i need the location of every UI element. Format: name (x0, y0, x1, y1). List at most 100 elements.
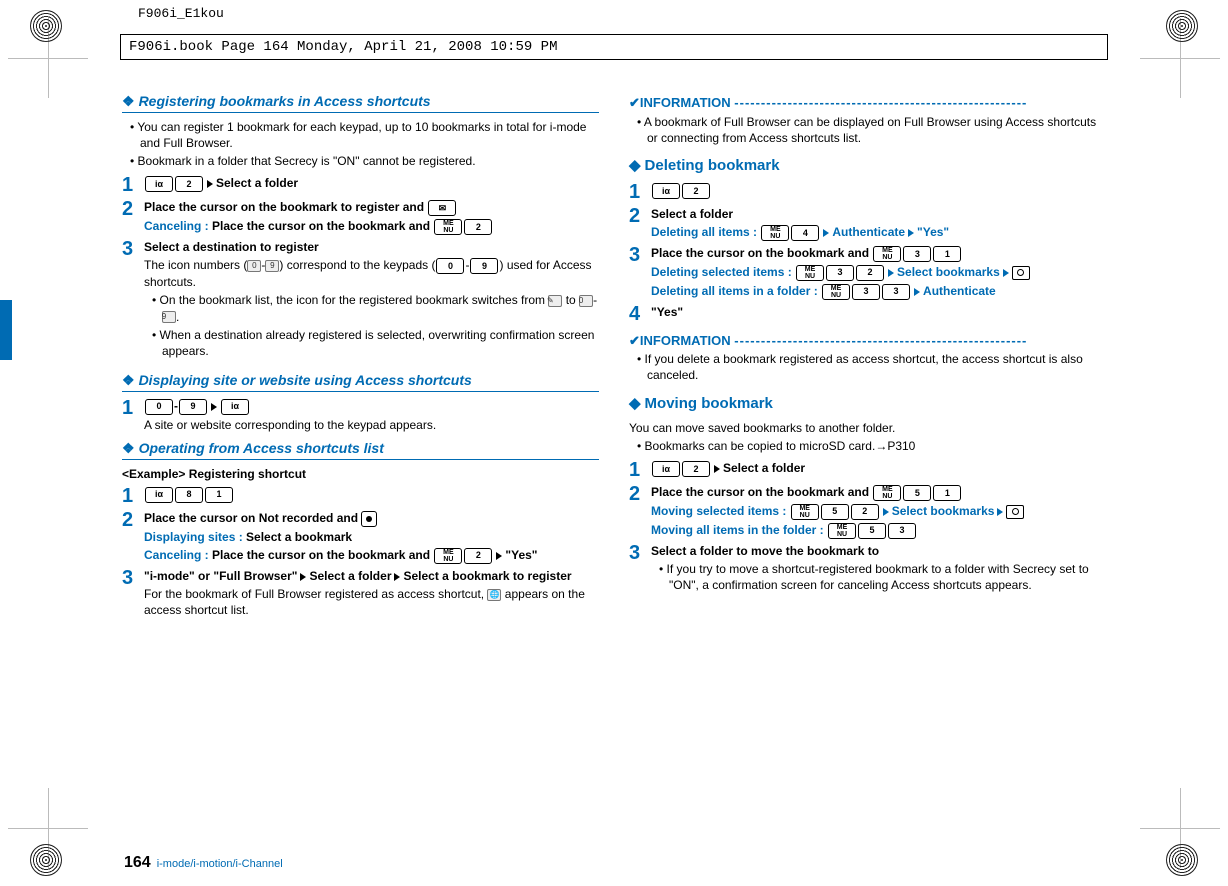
key-2: 2 (682, 461, 710, 477)
step-title: Place the cursor on the bookmark and MEN… (651, 246, 962, 260)
bullet-item: If you delete a bookmark registered as a… (637, 351, 1106, 383)
arrow-icon (883, 508, 889, 516)
book-info-bar: F906i.book Page 164 Monday, April 21, 20… (120, 34, 1108, 60)
arrow-icon (908, 229, 914, 237)
key-i-alpha: iα (221, 399, 249, 415)
arrow-icon (211, 403, 217, 411)
step: 2 Place the cursor on the bookmark to re… (122, 199, 599, 235)
label-deleting-selected: Deleting selected items : (651, 265, 795, 279)
detail-text: "Yes" (917, 225, 949, 239)
key-5: 5 (858, 523, 886, 539)
key-i-alpha: iα (145, 176, 173, 192)
globe-icon: 🌐 (487, 589, 501, 601)
detail-text: Select a bookmark (246, 530, 352, 544)
step-title: Select a destination to register (144, 239, 599, 255)
step: 1 iα81 (122, 486, 599, 506)
key-mail: ✉ (428, 200, 456, 216)
detail-text: ) correspond to the keypads ( (279, 258, 435, 272)
key-menu: MENU (791, 504, 819, 520)
detail-text: Authenticate (923, 284, 996, 298)
page-number: 164 (124, 854, 151, 871)
step-number: 3 (629, 543, 651, 563)
step-text: Place the cursor on the bookmark to regi… (144, 200, 427, 214)
step-number: 1 (122, 398, 144, 418)
step-detail: For the bookmark of Full Browser registe… (144, 586, 599, 618)
subsection-deleting-bookmark: ◆Deleting bookmark (629, 156, 1106, 176)
detail-text: Select bookmarks (897, 265, 1000, 279)
key-2: 2 (851, 504, 879, 520)
key-1: 1 (933, 246, 961, 262)
key-3: 3 (888, 523, 916, 539)
key-menu: MENU (434, 548, 462, 564)
step: 2 Select a folder Deleting all items : M… (629, 206, 1106, 241)
step-number: 2 (629, 206, 651, 226)
key-menu: MENU (873, 246, 901, 262)
key-9: 9 (179, 399, 207, 415)
arrow-icon (394, 573, 400, 581)
label-moving-selected: Moving selected items : (651, 504, 790, 518)
step-detail: Moving selected items : MENU52Select boo… (651, 503, 1106, 520)
detail-text: to (562, 293, 579, 307)
detail-text: The icon numbers ( (144, 258, 247, 272)
key-3: 3 (882, 284, 910, 300)
step-text: Select a folder (216, 176, 298, 190)
step-title: "i-mode" or "Full Browser"Select a folde… (144, 569, 572, 583)
step-detail: Deleting all items in a folder : MENU33A… (651, 283, 1106, 300)
bullet-item: You can register 1 bookmark for each key… (130, 119, 599, 151)
label-deleting-all-folder: Deleting all items in a folder : (651, 284, 821, 298)
step-detail: Canceling : Place the cursor on the book… (144, 218, 599, 235)
key-2: 2 (682, 183, 710, 199)
arrow-icon (914, 288, 920, 296)
step-detail: The icon numbers (0-9) correspond to the… (144, 257, 599, 290)
step: 2 Place the cursor on the bookmark and M… (629, 484, 1106, 538)
subsection-moving-bookmark: ◆Moving bookmark (629, 394, 1106, 414)
step-title: iα2 (651, 183, 711, 197)
bullet-list: You can register 1 bookmark for each key… (122, 119, 599, 170)
step-title: Place the cursor on the bookmark to regi… (144, 200, 457, 214)
step-number: 1 (629, 182, 651, 202)
key-3: 3 (903, 246, 931, 262)
key-menu: MENU (828, 523, 856, 539)
step-number: 3 (122, 239, 144, 259)
registration-target-icon (30, 10, 62, 42)
key-i-alpha: iα (652, 183, 680, 199)
bookmark-icon: ✎ (548, 295, 562, 307)
detail-text: For the bookmark of Full Browser registe… (144, 587, 487, 601)
detail-text: "Yes" (505, 548, 537, 562)
step: 3 Place the cursor on the bookmark and M… (629, 245, 1106, 299)
bullet-list: If you delete a bookmark registered as a… (629, 351, 1106, 383)
doc-id: F906i_E1kou (138, 6, 224, 21)
key-1: 1 (205, 487, 233, 503)
bullet-list: Bookmarks can be copied to microSD card.… (629, 438, 1106, 454)
step-text: Select a folder (723, 461, 805, 475)
key-0: 0 (436, 258, 464, 274)
bullet-item: On the bookmark list, the icon for the r… (152, 292, 599, 324)
arrow-icon (997, 508, 1003, 516)
section-display-access-shortcuts: ❖Displaying site or website using Access… (122, 371, 599, 392)
step-number: 3 (122, 568, 144, 588)
registration-target-icon (30, 844, 62, 876)
shortcut-icon: 9 (265, 260, 279, 272)
step-title: Select a folder (651, 206, 1106, 222)
page-tab-marker (0, 300, 12, 360)
label-moving-all-folder: Moving all items in the folder : (651, 523, 827, 537)
key-1: 1 (933, 485, 961, 501)
step-text: Place the cursor on the bookmark and (651, 246, 872, 260)
step-text: Select a bookmark to register (403, 569, 571, 583)
key-3: 3 (826, 265, 854, 281)
heading-text: Registering bookmarks in Access shortcut… (139, 93, 431, 109)
step: 4 "Yes" (629, 304, 1106, 324)
footer-text: i-mode/i-motion/i-Channel (157, 858, 283, 870)
shortcut-icon: 0 (247, 260, 261, 272)
key-5: 5 (903, 485, 931, 501)
arrow-icon (207, 180, 213, 188)
registration-target-icon (1166, 844, 1198, 876)
left-column: ❖Registering bookmarks in Access shortcu… (122, 86, 599, 846)
page-footer: 164 i-mode/i-motion/i-Channel (124, 854, 283, 872)
step-number: 4 (629, 304, 651, 324)
step-title: "Yes" (651, 305, 683, 319)
key-2: 2 (856, 265, 884, 281)
step-title: Select a folder to move the bookmark to (651, 543, 1106, 559)
shortcut-icon: 9 (162, 311, 176, 323)
step-number: 2 (122, 510, 144, 530)
